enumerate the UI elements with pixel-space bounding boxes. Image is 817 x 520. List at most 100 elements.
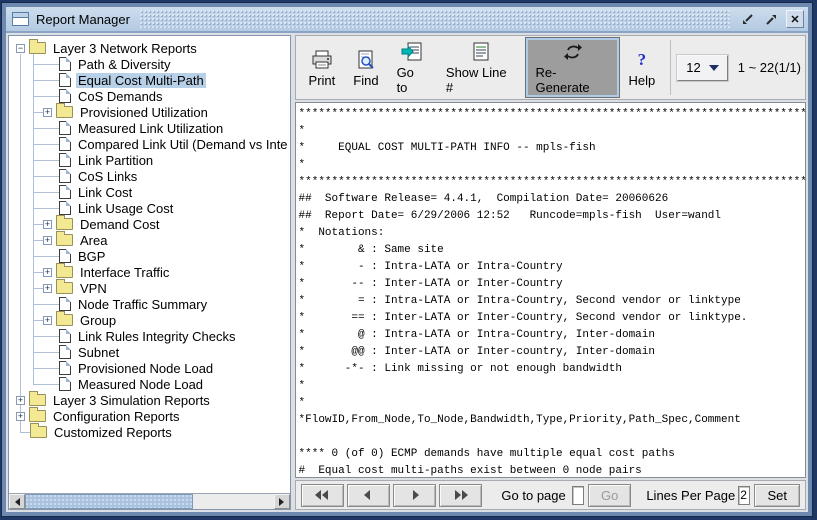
tree-item[interactable]: + Demand Cost: [9, 216, 290, 232]
tree-item-label: Configuration Reports: [51, 409, 181, 424]
tree-item[interactable]: Equal Cost Multi-Path: [9, 72, 290, 88]
go-to-page-input[interactable]: [572, 486, 584, 505]
tree-item[interactable]: Customized Reports: [9, 424, 290, 440]
report-line: ****************************************…: [299, 174, 805, 191]
find-button[interactable]: Find: [344, 37, 387, 98]
tree-item-label: Demand Cost: [78, 217, 161, 232]
folder-icon: [56, 314, 73, 326]
tree-item[interactable]: + Area: [9, 232, 290, 248]
tree-item-label: Link Usage Cost: [76, 201, 175, 216]
title-bar[interactable]: Report Manager ✕: [6, 7, 808, 33]
expand-toggle[interactable]: +: [43, 284, 52, 293]
folder-icon: [56, 282, 73, 294]
report-line: ## Report Date= 6/29/2006 12:52 Runcode=…: [299, 208, 805, 225]
tree-item[interactable]: + Group: [9, 312, 290, 328]
tree-item-label: Group: [78, 313, 118, 328]
tree-item-label: BGP: [76, 249, 107, 264]
toolbar-separator: [670, 40, 671, 95]
help-button[interactable]: ? Help: [620, 37, 665, 98]
expand-toggle[interactable]: +: [16, 396, 25, 405]
tree-item[interactable]: Measured Node Load: [9, 376, 290, 392]
folder-icon: [56, 234, 73, 246]
tree-item[interactable]: CoS Links: [9, 168, 290, 184]
show-line-number-button[interactable]: Show Line #: [437, 37, 526, 98]
chevron-down-icon: [709, 65, 719, 76]
previous-page-button[interactable]: [347, 484, 390, 507]
first-page-icon: [314, 488, 330, 502]
tree-item[interactable]: Link Rules Integrity Checks: [9, 328, 290, 344]
tree-item[interactable]: Link Partition: [9, 152, 290, 168]
expand-toggle[interactable]: +: [43, 108, 52, 117]
tree-item[interactable]: Path & Diversity: [9, 56, 290, 72]
report-viewer[interactable]: ****************************************…: [295, 102, 806, 478]
tree-item-label: Link Cost: [76, 185, 134, 200]
tree-item-label: Customized Reports: [52, 425, 174, 440]
print-button[interactable]: Print: [300, 37, 345, 98]
tree-item[interactable]: − Layer 3 Network Reports: [9, 40, 290, 56]
titlebar-texture: [140, 10, 730, 28]
lines-per-page-input[interactable]: 2: [738, 486, 750, 505]
tree-item[interactable]: + Interface Traffic: [9, 264, 290, 280]
tree-item[interactable]: Link Usage Cost: [9, 200, 290, 216]
tree-item[interactable]: Node Traffic Summary: [9, 296, 290, 312]
tree-item[interactable]: BGP: [9, 248, 290, 264]
folder-icon: [29, 42, 46, 54]
page-size-select[interactable]: 12: [677, 55, 727, 81]
first-page-button[interactable]: [301, 484, 344, 507]
tree-item[interactable]: + Configuration Reports: [9, 408, 290, 424]
document-icon: [59, 137, 71, 151]
go-button[interactable]: Go: [588, 484, 631, 507]
report-line: *: [299, 123, 805, 140]
scrollbar-track[interactable]: [25, 494, 274, 509]
tree-item[interactable]: + VPN: [9, 280, 290, 296]
report-tree[interactable]: − Layer 3 Network Reports Path & Diversi…: [9, 36, 290, 493]
report-line: * = : Intra-LATA or Intra-Country, Secon…: [299, 293, 805, 310]
expand-toggle[interactable]: +: [43, 220, 52, 229]
report-line: ## Software Release= 4.4.1, Compilation …: [299, 191, 805, 208]
report-line: * EQUAL COST MULTI-PATH INFO -- mpls-fis…: [299, 140, 805, 157]
goto-button[interactable]: Go to: [388, 37, 437, 98]
help-icon: ?: [638, 48, 647, 72]
toolbar-button-label: Show Line #: [446, 65, 517, 95]
next-page-button[interactable]: [393, 484, 436, 507]
report-toolbar: Print Find: [295, 35, 806, 100]
toolbar-button-label: Find: [353, 73, 378, 88]
tree-item[interactable]: Provisioned Node Load: [9, 360, 290, 376]
tree-item-label: Link Rules Integrity Checks: [76, 329, 238, 344]
last-page-button[interactable]: [439, 484, 482, 507]
scroll-right-icon[interactable]: [274, 494, 290, 509]
scroll-left-icon[interactable]: [9, 494, 25, 509]
collapse-toggle[interactable]: −: [16, 44, 25, 53]
tree-item[interactable]: + Provisioned Utilization: [9, 104, 290, 120]
printer-icon: [309, 48, 335, 72]
folder-icon: [29, 394, 46, 406]
lines-per-page-label: Lines Per Page: [646, 488, 735, 503]
expand-toggle[interactable]: +: [16, 412, 25, 421]
tree-item[interactable]: Link Cost: [9, 184, 290, 200]
go-to-page-label: Go to page: [501, 488, 565, 503]
document-icon: [59, 201, 71, 215]
maximize-icon[interactable]: [762, 10, 780, 28]
expand-toggle[interactable]: +: [43, 268, 52, 277]
report-tree-panel: − Layer 3 Network Reports Path & Diversi…: [8, 35, 291, 510]
expand-toggle[interactable]: +: [43, 236, 52, 245]
report-line: * - : Intra-LATA or Intra-Country: [299, 259, 805, 276]
set-button[interactable]: Set: [754, 484, 800, 507]
expand-toggle[interactable]: +: [43, 316, 52, 325]
tree-item[interactable]: Subnet: [9, 344, 290, 360]
tree-item[interactable]: CoS Demands: [9, 88, 290, 104]
page-size-value: 12: [686, 60, 700, 75]
minimize-icon[interactable]: [738, 10, 756, 28]
folder-icon: [29, 410, 46, 422]
regenerate-button[interactable]: Re-Generate: [525, 37, 619, 98]
tree-horizontal-scrollbar[interactable]: [9, 493, 290, 509]
scrollbar-thumb[interactable]: [25, 494, 193, 509]
tree-item-label: Provisioned Utilization: [78, 105, 210, 120]
paging-footer: Go to page Go Lines Per Page 2 Set: [295, 480, 806, 510]
tree-item[interactable]: + Layer 3 Simulation Reports: [9, 392, 290, 408]
toolbar-button-label: Re-Generate: [535, 65, 609, 95]
tree-item[interactable]: Compared Link Util (Demand vs Inte: [9, 136, 290, 152]
close-icon[interactable]: ✕: [786, 10, 804, 28]
folder-icon: [56, 266, 73, 278]
tree-item[interactable]: Measured Link Utilization: [9, 120, 290, 136]
